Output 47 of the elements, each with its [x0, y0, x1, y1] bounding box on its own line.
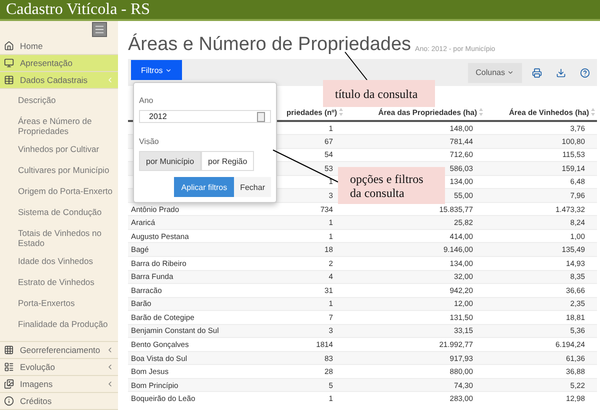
chevron-down-icon — [507, 69, 514, 76]
chevron-left-icon — [106, 76, 114, 84]
sort-icon — [591, 108, 595, 116]
menu-item-icon — [4, 379, 14, 390]
sidebar-item[interactable]: Apresentação — [0, 55, 118, 72]
menu-item-icon — [4, 58, 14, 68]
submenu-item[interactable]: Finalidade da Produção — [0, 315, 118, 336]
menu-toggle-button[interactable] — [92, 22, 107, 38]
submenu-item[interactable]: Vinhedos por Cultivar — [0, 140, 118, 162]
sidebar-item[interactable]: Dados Cadastrais — [0, 72, 118, 90]
menu-icon — [94, 24, 105, 36]
sidebar-item[interactable]: Créditos — [0, 393, 118, 410]
sidebar-item[interactable]: Georreferenciamento — [0, 342, 118, 360]
menu-item-icon — [4, 345, 14, 356]
app-title: Cadastro Vitícola - RS — [6, 0, 150, 18]
submenu-item[interactable]: Totais de Vinhedos no Estado — [0, 224, 118, 252]
submenu-item[interactable]: Origem do Porta-Enxerto — [0, 182, 118, 204]
submenu-item[interactable]: Descrição — [0, 91, 118, 112]
submenu-item[interactable]: Estrato de Vinhedos — [0, 273, 118, 294]
chevron-down-icon — [164, 66, 172, 74]
apply-filters-button[interactable]: Aplicar filtros — [174, 177, 234, 197]
close-button[interactable]: Fechar — [234, 177, 271, 197]
annotation-label: título da consulta — [323, 80, 435, 107]
menu-item-icon — [4, 41, 14, 52]
submenu-item[interactable]: Porta-Enxertos — [0, 294, 118, 316]
menu-item-icon — [4, 75, 14, 86]
sort-icon — [479, 108, 483, 116]
leader-line — [273, 150, 338, 182]
sort-icon — [339, 108, 343, 116]
page-title: Áreas e Número de Propriedades — [128, 34, 412, 56]
submenu-item[interactable]: Sistema de Condução — [0, 203, 118, 224]
columns-button[interactable]: Colunas — [468, 62, 522, 82]
sidebar-item[interactable]: Evolução — [0, 359, 118, 376]
sidebar-item[interactable]: Imagens — [0, 376, 118, 394]
submenu-item[interactable]: Áreas e Número de Propriedades — [0, 112, 118, 140]
menu-item-icon — [4, 396, 14, 406]
submenu-item[interactable]: Cultivares por Município — [0, 161, 118, 182]
year-label: Ano — [139, 96, 154, 105]
year-select[interactable]: 2012 — [139, 110, 271, 123]
view-toggle-button[interactable]: por Região — [201, 151, 254, 171]
leader-line — [345, 52, 368, 80]
annotation-label: opções e filtros da consulta — [338, 167, 445, 204]
submenu-item[interactable]: Idade dos Vinhedos — [0, 252, 118, 274]
filter-button[interactable]: Filtros — [131, 60, 182, 80]
view-toggle-button[interactable]: por Município — [139, 151, 202, 171]
view-label: Visão — [139, 137, 160, 146]
menu-item-icon — [4, 362, 14, 372]
